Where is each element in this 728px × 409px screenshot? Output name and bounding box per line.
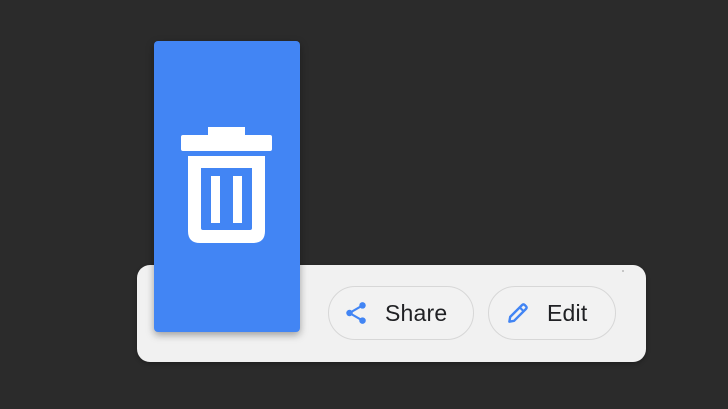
share-button[interactable]: Share <box>328 286 474 340</box>
edit-label: Edit <box>547 299 588 326</box>
trash-icon <box>181 127 272 243</box>
edit-button[interactable]: Edit <box>488 286 616 340</box>
corner-dot <box>622 270 624 272</box>
share-icon <box>346 302 366 324</box>
share-label: Share <box>385 299 448 326</box>
delete-button[interactable] <box>154 41 300 332</box>
pencil-icon <box>508 303 528 323</box>
